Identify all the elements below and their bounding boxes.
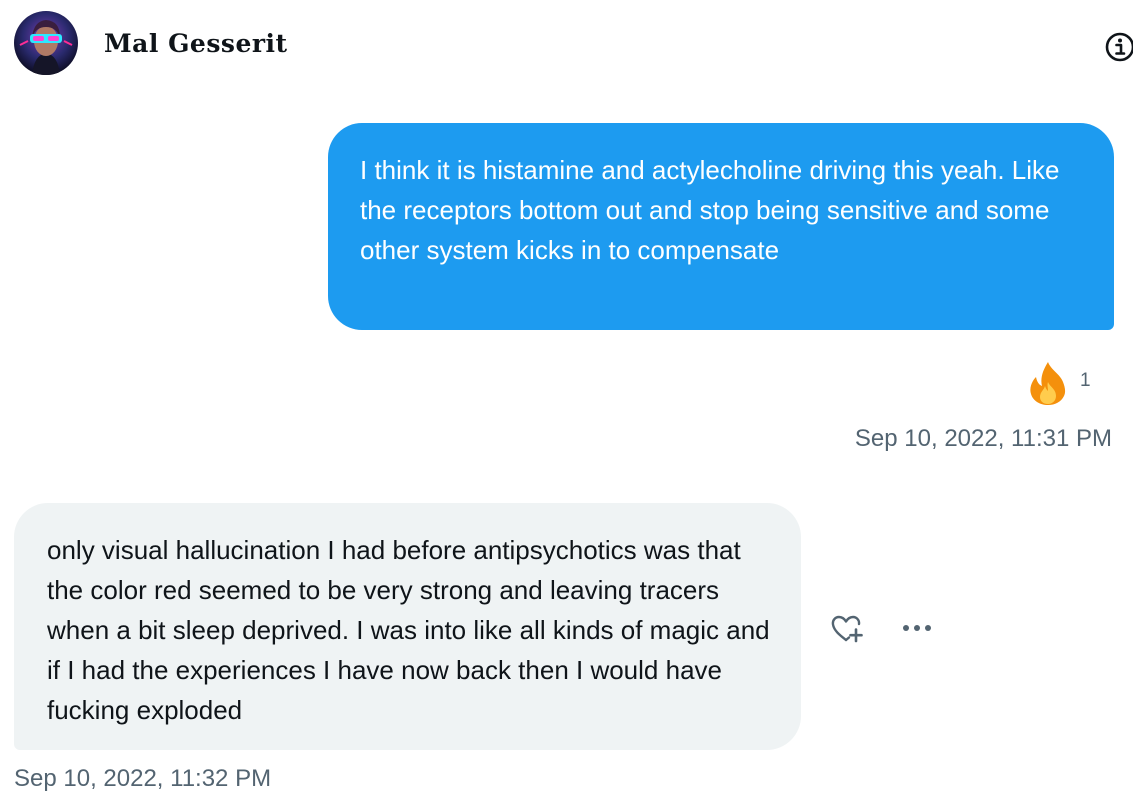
fire-emoji-icon [1030,362,1066,405]
avatar-image [14,11,78,75]
avatar[interactable] [14,11,78,75]
conversation-header: Mal Gesserit [0,0,1133,90]
message-reaction[interactable]: 1 [1024,358,1091,408]
received-message-bubble[interactable]: only visual hallucination I had before a… [14,503,801,750]
reaction-count: 1 [1080,370,1091,391]
react-heart-plus-icon[interactable] [828,611,864,647]
received-timestamp: Sep 10, 2022, 11:32 PM [14,765,272,792]
sent-message-bubble[interactable]: I think it is histamine and actylecholin… [328,123,1114,330]
contact-name: Mal Gesserit [104,29,288,58]
info-icon[interactable] [1103,30,1133,64]
more-options-icon[interactable] [900,613,936,643]
sent-timestamp: Sep 10, 2022, 11:31 PM [854,425,1112,452]
